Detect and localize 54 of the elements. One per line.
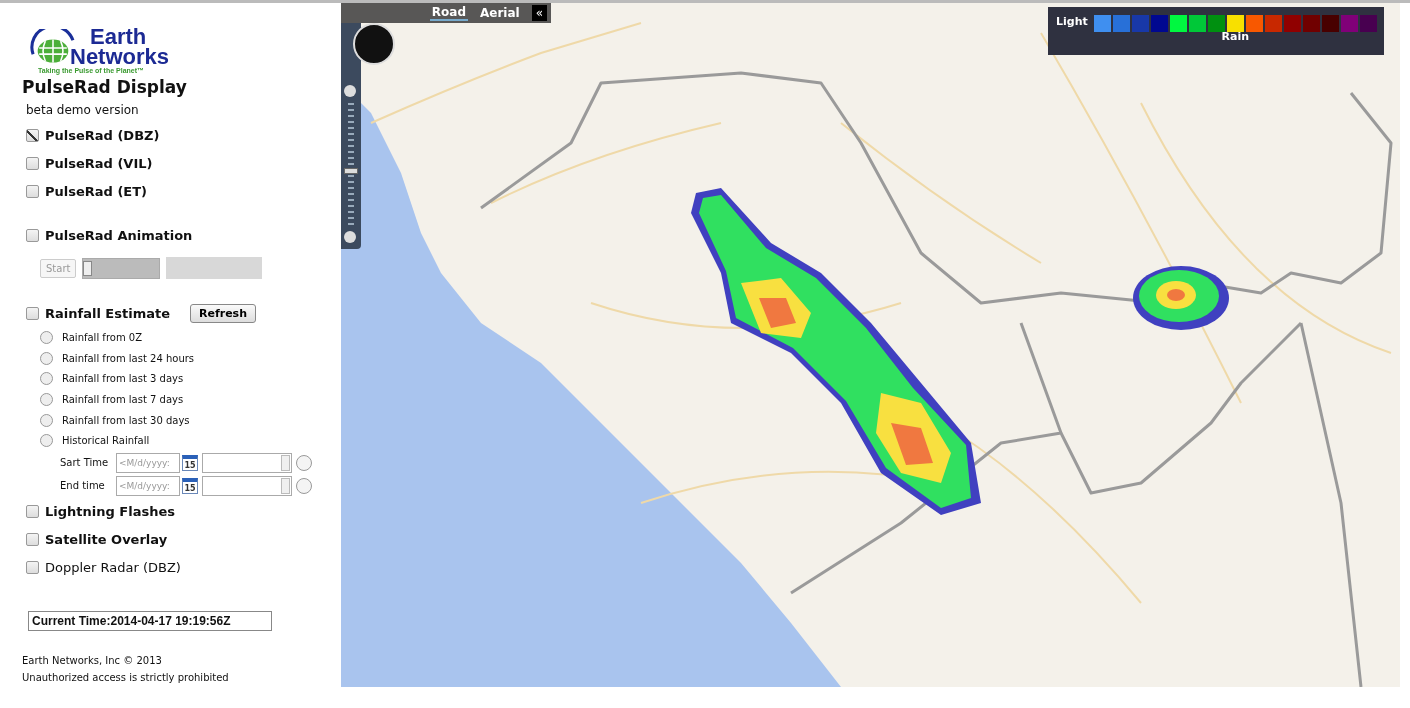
checkbox-label: PulseRad (VIL) (45, 155, 153, 171)
time-field[interactable] (202, 475, 292, 496)
checkbox-label: PulseRad (DBZ) (45, 127, 160, 143)
current-time-field: Current Time:2014-04-17 19:19:56Z (28, 611, 272, 632)
footer-text: Unauthorized access is strictly prohibited (22, 672, 230, 684)
checkbox-label: PulseRad Animation (45, 227, 193, 243)
spinner-icon[interactable] (281, 454, 290, 471)
collapse-button[interactable]: « (531, 5, 547, 21)
legend-caption: Rain (1220, 30, 1250, 43)
radio-button[interactable] (40, 372, 53, 386)
date-field[interactable]: <M/d/yyyy: (116, 475, 180, 496)
clock-icon[interactable] (296, 454, 312, 471)
radio-button[interactable] (40, 330, 53, 344)
logo-text: Networks (70, 47, 170, 67)
legend-label: Light (1056, 15, 1088, 30)
radio-label: Rainfall from last 7 days (62, 393, 184, 405)
version-label: beta demo version (26, 103, 140, 117)
checkbox-label: Lightning Flashes (45, 503, 175, 519)
radio-label: Rainfall from last 30 days (62, 414, 190, 426)
radio-button[interactable] (40, 413, 53, 427)
time-field[interactable] (202, 452, 292, 473)
clock-icon[interactable] (296, 477, 312, 494)
zoom-handle[interactable] (344, 168, 358, 175)
field-label: End time (60, 480, 106, 492)
map-type-tab[interactable]: Road (429, 5, 468, 21)
radio-label: Rainfall from last 3 days (62, 373, 184, 385)
field-label: Sart Time (60, 457, 110, 469)
radio-label: Rainfall from 0Z (62, 331, 143, 343)
radio-button[interactable] (40, 434, 53, 448)
spinner-icon[interactable] (281, 477, 290, 494)
checkbox[interactable] (26, 532, 39, 546)
radio-label: Historical Rainfall (62, 435, 150, 447)
calendar-button[interactable]: 15 (182, 454, 198, 471)
checkbox[interactable] (26, 504, 39, 518)
checkbox[interactable] (26, 184, 39, 198)
logo-text: Earth (90, 27, 147, 47)
checkbox-label: PulseRad (ET) (45, 183, 148, 199)
refresh-button[interactable]: Refresh (190, 303, 256, 323)
date-field[interactable]: <M/d/yyyy: (116, 452, 180, 473)
checkbox[interactable] (26, 128, 39, 142)
calendar-button[interactable]: 15 (182, 477, 198, 494)
checkbox-label: Doppler Radar (DBZ) (45, 559, 181, 575)
checkbox-label: Rainfall Estimate (45, 305, 170, 321)
checkbox[interactable] (26, 306, 39, 320)
page-title: PulseRad Display (22, 77, 188, 97)
footer-text: Earth Networks, Inc © 2013 (22, 655, 163, 667)
radio-label: Rainfall from last 24 hours (62, 352, 195, 364)
map-type-tab[interactable]: Aerial (478, 6, 522, 20)
radio-button[interactable] (40, 351, 53, 365)
checkbox-label: Satellite Overlay (45, 531, 168, 547)
radio-button[interactable] (40, 392, 53, 406)
map-drawing[interactable] (341, 3, 1400, 687)
checkbox[interactable] (26, 560, 39, 574)
checkbox[interactable] (26, 156, 39, 170)
